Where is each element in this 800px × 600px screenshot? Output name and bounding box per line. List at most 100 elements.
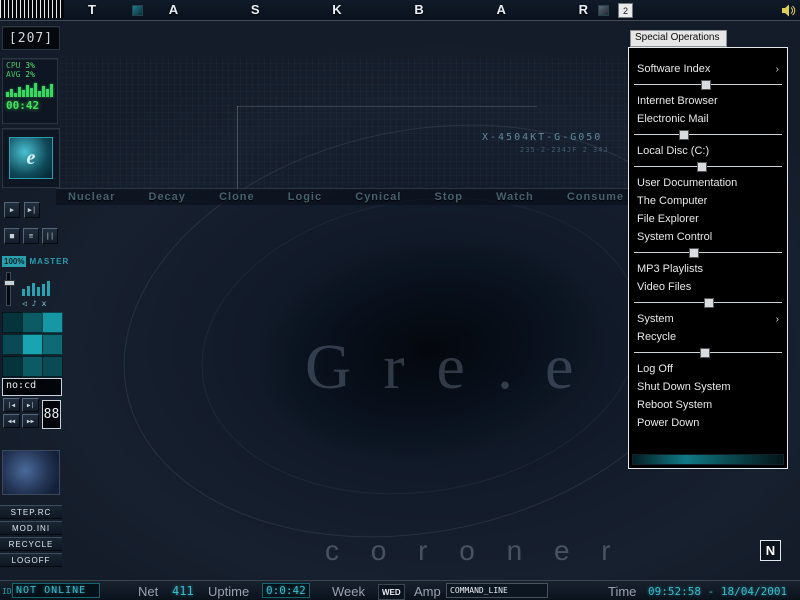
taskbar-page-button[interactable]: 2 bbox=[618, 3, 633, 18]
menu-item[interactable]: Shut Down System › bbox=[629, 378, 787, 396]
desktop-menu-item[interactable]: Consume bbox=[567, 191, 624, 203]
cpu-graph-bar bbox=[46, 89, 49, 97]
desktop-menu-item[interactable]: Cynical bbox=[355, 191, 401, 203]
submenu-arrow-icon: › bbox=[776, 64, 779, 75]
grid-cell[interactable] bbox=[22, 356, 43, 377]
menu-item[interactable]: Video Files › bbox=[629, 278, 787, 296]
desktop-menu-item[interactable]: Logic bbox=[288, 191, 322, 203]
grid-cell[interactable] bbox=[42, 334, 63, 355]
deco-vline bbox=[237, 106, 238, 190]
grid-cell[interactable] bbox=[22, 312, 43, 333]
menu-item[interactable]: › bbox=[629, 78, 787, 92]
menu-item[interactable]: User Documentation › bbox=[629, 174, 787, 192]
slider-thumb[interactable] bbox=[701, 80, 711, 90]
menu-item[interactable]: › bbox=[629, 246, 787, 260]
desktop-screen: X-4504KT-G-G050 235-2-234JF 2 34J G r e … bbox=[0, 0, 800, 600]
grid-cell[interactable] bbox=[2, 312, 23, 333]
menu-item[interactable]: › bbox=[629, 128, 787, 142]
menu-item[interactable]: System Control › bbox=[629, 228, 787, 246]
menu-item[interactable]: System › bbox=[629, 310, 787, 328]
menu-item[interactable]: Log Off › bbox=[629, 360, 787, 378]
next-track-icon[interactable]: ▶| bbox=[22, 398, 39, 412]
menu-item[interactable]: Internet Browser › bbox=[629, 92, 787, 110]
desktop-menu-item[interactable]: Decay bbox=[149, 191, 186, 203]
menu-item[interactable]: File Explorer › bbox=[629, 210, 787, 228]
desktop-menu-item[interactable]: Watch bbox=[496, 191, 534, 203]
avg-value: 2% bbox=[25, 70, 35, 79]
grid-cell[interactable] bbox=[22, 334, 43, 355]
avg-label: AVG bbox=[6, 70, 20, 79]
grid-cell[interactable] bbox=[42, 312, 63, 333]
grid-cell[interactable] bbox=[2, 356, 23, 377]
menu-item[interactable]: › bbox=[629, 160, 787, 174]
slider-thumb[interactable] bbox=[679, 130, 689, 140]
grid-cell[interactable] bbox=[2, 334, 23, 355]
corner-n-button[interactable]: N bbox=[760, 540, 781, 561]
volume-panel: 100% MASTER ◁♪x bbox=[2, 256, 60, 310]
hud-text: X-4504KT-G-G050 bbox=[482, 132, 602, 143]
sidebar-item[interactable]: RECYCLE bbox=[0, 537, 62, 551]
play-icon[interactable]: ▶ bbox=[4, 202, 20, 218]
taskbar-title: TASKBAR bbox=[88, 2, 588, 17]
uptime-value: 0:0:42 bbox=[262, 583, 310, 598]
menu-item[interactable]: Software Index › bbox=[629, 60, 787, 78]
desktop-menu-item[interactable]: Nuclear bbox=[68, 191, 115, 203]
taskbar-letter: R bbox=[579, 2, 588, 17]
prev-track-icon[interactable]: |◀ bbox=[3, 398, 20, 412]
menu-item[interactable]: MP3 Playlists › bbox=[629, 260, 787, 278]
menu-item[interactable]: › bbox=[629, 346, 787, 360]
menu-item[interactable]: Electronic Mail › bbox=[629, 110, 787, 128]
taskbar-mini-icon[interactable] bbox=[598, 5, 609, 16]
menu-item[interactable]: › bbox=[629, 296, 787, 310]
slider-thumb[interactable] bbox=[700, 348, 710, 358]
menu-item[interactable]: The Computer › bbox=[629, 192, 787, 210]
uptime-label: Uptime bbox=[208, 581, 249, 600]
eq-bar bbox=[47, 281, 50, 296]
system-monitor-panel: CPU 3% AVG 2% 00:42 bbox=[2, 58, 58, 124]
fast-forward-icon[interactable]: ▶▶ bbox=[22, 414, 39, 428]
cpu-graph-bar bbox=[42, 86, 45, 97]
sidebar-item[interactable]: MOD.INI bbox=[0, 521, 62, 535]
volume-slider-thumb[interactable] bbox=[4, 280, 15, 286]
grid-cell[interactable] bbox=[42, 356, 63, 377]
barcode-icon bbox=[0, 0, 64, 18]
cpu-graph-bar bbox=[26, 85, 29, 97]
speaker-icon[interactable] bbox=[781, 3, 796, 23]
mute-icon[interactable]: x bbox=[42, 299, 47, 308]
cpu-value: 3% bbox=[25, 61, 35, 70]
shell-logo-button[interactable]: e bbox=[2, 128, 60, 188]
slider-thumb[interactable] bbox=[704, 298, 714, 308]
stop-icon[interactable]: ■ bbox=[4, 228, 20, 244]
playlist-icon[interactable]: ≡ bbox=[23, 228, 39, 244]
slider-thumb[interactable] bbox=[697, 162, 707, 172]
cd-status-display: no:cd bbox=[2, 378, 62, 396]
menu-item[interactable]: Recycle › bbox=[629, 328, 787, 346]
cpu-graph-bar bbox=[34, 83, 37, 97]
menu-item[interactable]: Reboot System › bbox=[629, 396, 787, 414]
id-label: ID bbox=[2, 581, 12, 600]
eq-bar bbox=[42, 284, 45, 296]
media-controls-row1: ▶▶| bbox=[4, 202, 40, 218]
menu-item[interactable]: Local Disc (C:) › bbox=[629, 142, 787, 160]
slider-thumb[interactable] bbox=[689, 248, 699, 258]
sidebar-item[interactable]: STEP.RC bbox=[0, 505, 62, 519]
desktop-menu-item[interactable]: Stop bbox=[435, 191, 463, 203]
next-icon[interactable]: ▶| bbox=[24, 202, 40, 218]
volume-icons: ◁ ♪ x bbox=[22, 299, 46, 308]
online-status-badge: NOT ONLINE bbox=[12, 583, 100, 598]
pause-icon[interactable]: || bbox=[42, 228, 58, 244]
rewind-icon[interactable]: ◀◀ bbox=[3, 414, 20, 428]
menu-item[interactable]: Power Down › bbox=[629, 414, 787, 432]
note-icon[interactable]: ♪ bbox=[32, 299, 37, 308]
desktop-menu-item[interactable]: Clone bbox=[219, 191, 255, 203]
taskbar-letter: A bbox=[496, 2, 505, 17]
taskbar-mini-icon[interactable] bbox=[132, 5, 143, 16]
cpu-graph-bar bbox=[10, 89, 13, 97]
taskbar-letter: T bbox=[88, 2, 96, 17]
preview-thumbnail[interactable] bbox=[2, 450, 60, 495]
command-line-input[interactable] bbox=[446, 583, 548, 598]
volume-slider[interactable] bbox=[6, 272, 11, 306]
speaker-icon[interactable]: ◁ bbox=[22, 299, 27, 308]
sidebar-item[interactable]: LOGOFF bbox=[0, 553, 62, 567]
net-value: 411 bbox=[172, 581, 194, 600]
